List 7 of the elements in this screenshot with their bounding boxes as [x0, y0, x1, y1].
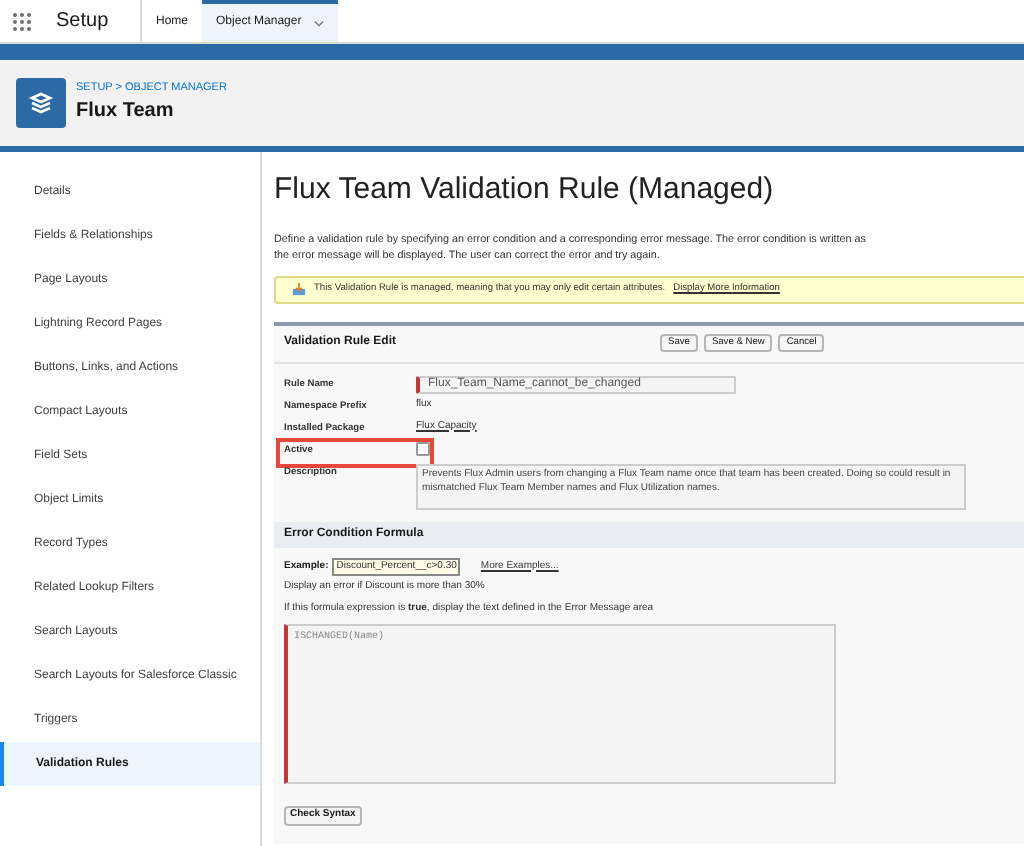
app-name: Setup [56, 8, 111, 36]
layers-icon [16, 78, 66, 128]
object-title: Flux Team [76, 98, 176, 127]
app-launcher-icon[interactable] [12, 11, 32, 31]
page-title: Flux Team Validation Rule (Managed) [274, 170, 776, 210]
download-icon [292, 282, 306, 296]
chevron-down-icon[interactable] [313, 19, 324, 27]
